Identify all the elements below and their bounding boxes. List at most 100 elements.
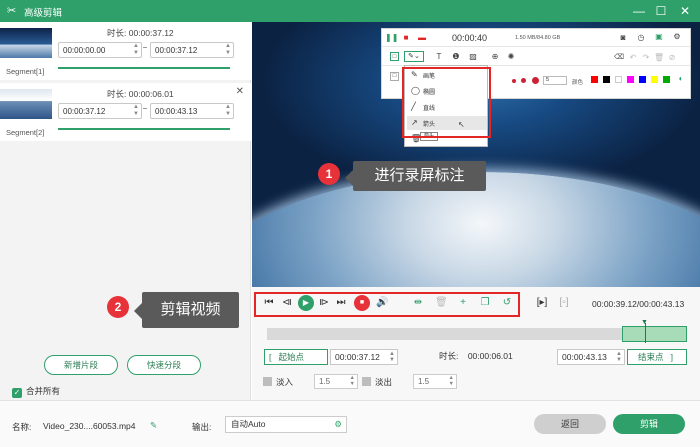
color-swatch-green[interactable] <box>663 76 670 83</box>
callout-2: 剪辑视频 <box>142 292 239 328</box>
color-swatch-blue[interactable] <box>639 76 646 83</box>
delete-icon[interactable]: 🗑 <box>654 53 664 63</box>
delete-segment-icon[interactable]: 🗑 <box>435 296 448 310</box>
segment-thumbnail <box>0 28 52 58</box>
set-start-button[interactable]: [ 起始点 <box>264 349 328 365</box>
add-icon[interactable]: + <box>457 296 469 310</box>
edit-name-icon[interactable]: ✎ <box>150 420 157 431</box>
mark-in-icon[interactable]: [▸] <box>536 296 548 310</box>
output-format-select[interactable]: 自动Auto ⚙ <box>225 416 347 433</box>
fade-in-checkbox[interactable]: 淡入 <box>263 376 293 388</box>
gear-icon[interactable]: ⚙ <box>672 32 682 42</box>
playback-time: 00:00:39.12/00:00:43.13 <box>592 299 685 309</box>
segment-start-input[interactable]: 00:00:37.12 ▲ ▼ <box>58 103 142 119</box>
redo-icon[interactable]: ↷ <box>641 53 651 63</box>
minimize-icon[interactable]: — <box>631 3 647 19</box>
set-end-button[interactable]: 结束点 ] <box>627 349 687 365</box>
segment-item-1[interactable]: Segment[1] 时长: 00:00:37.12 00:00:00.00 ▲ ▼… <box>0 22 251 80</box>
undo-icon[interactable]: ↶ <box>628 53 638 63</box>
pause-icon[interactable]: ❚❚ <box>385 33 398 43</box>
camera-icon[interactable]: ◙ <box>618 33 628 43</box>
trim-end-input[interactable]: 00:00:43.13 ▲ ▼ <box>557 349 625 365</box>
stop-button[interactable]: ■ <box>354 295 370 311</box>
color-swatch-white[interactable] <box>615 76 622 83</box>
size-large-dot[interactable] <box>532 77 539 84</box>
reset-icon[interactable]: ↺ <box>501 296 513 310</box>
step-forward-icon[interactable]: ⧐ <box>318 296 330 310</box>
name-label: 名称: <box>12 422 32 432</box>
fade-in-input[interactable]: 1.5 ▲ ▼ <box>314 374 358 389</box>
timeline-selection[interactable] <box>622 326 687 342</box>
image-tool-icon[interactable]: ▨ <box>468 52 478 62</box>
clock-icon[interactable]: ◷ <box>636 33 646 43</box>
playhead-marker-icon[interactable]: ▼ <box>641 319 648 326</box>
segment-end-input[interactable]: 00:00:37.12 ▲ ▼ <box>150 42 234 58</box>
callout-pointer <box>134 303 142 319</box>
stop-icon[interactable]: ■ <box>401 33 411 43</box>
size-small-dot[interactable] <box>512 79 516 83</box>
merge-all-checkbox[interactable]: ✓ 合并所有 <box>12 385 60 398</box>
pen-tool-dropdown[interactable]: ✎⌄ <box>404 51 424 62</box>
recording-size: 1.50 MB/84.80 GB <box>515 35 561 41</box>
size-medium-dot[interactable] <box>521 78 526 83</box>
window-title: 高级剪辑 <box>24 8 63 19</box>
color-swatch-black[interactable] <box>603 76 610 83</box>
title-bar: ✂ 高级剪辑 — ☐ ✕ <box>0 0 700 22</box>
volume-icon[interactable]: 🔊 <box>376 296 388 310</box>
close-icon[interactable]: ✕ <box>677 3 693 19</box>
skip-to-start-icon[interactable]: ⏮ <box>263 296 275 310</box>
segment-duration: 时长: 00:00:37.12 <box>107 28 174 38</box>
segment-progress <box>58 128 230 130</box>
toolbox-icon[interactable]: ▣ <box>654 32 664 42</box>
color-label: 颜色 <box>572 80 584 86</box>
segment-item-2[interactable]: Segment[2] 时长: 00:00:06.01 ✕ 00:00:37.12… <box>0 83 251 141</box>
spinner-icon[interactable]: ▲ ▼ <box>225 43 231 56</box>
brush-size-input[interactable]: 5 <box>543 76 567 85</box>
segment-thumbnail <box>0 89 52 119</box>
shape-square-icon[interactable]: □ <box>390 72 399 81</box>
spinner-icon[interactable]: ▲ ▼ <box>225 104 231 117</box>
skip-to-end-icon[interactable]: ⏭ <box>335 296 347 310</box>
segment-duration: 时长: 00:00:06.01 <box>107 89 174 99</box>
dropdown-highlight-box <box>402 67 491 138</box>
spinner-icon[interactable]: ▲ ▼ <box>133 104 139 117</box>
callout-tool-icon[interactable]: ❶ <box>451 52 461 62</box>
play-button[interactable]: ▶ <box>298 295 314 311</box>
segment-end-input[interactable]: 00:00:43.13 ▲ ▼ <box>150 103 234 119</box>
edit-button[interactable]: 剪辑 <box>613 414 685 434</box>
trim-duration: 时长: 00:00:06.01 <box>439 351 513 361</box>
quick-split-button[interactable]: 快速分段 <box>127 355 201 375</box>
segment-start-input[interactable]: 00:00:00.00 ▲ ▼ <box>58 42 142 58</box>
minimize-bar-icon[interactable]: ▬ <box>417 33 427 43</box>
color-picker-icon[interactable]: ◐ <box>676 74 686 84</box>
color-swatch-magenta[interactable] <box>627 76 634 83</box>
maximize-icon[interactable]: ☐ <box>653 3 669 19</box>
text-tool-icon[interactable]: T <box>434 52 444 62</box>
segment-label: Segment[2] <box>6 128 45 137</box>
segment-label: Segment[1] <box>6 67 45 76</box>
color-swatch-red[interactable] <box>591 76 598 83</box>
file-name: Video_230....60053.mp4 <box>43 421 136 431</box>
eraser-icon[interactable]: ⌫ <box>614 53 624 63</box>
gear-icon[interactable]: ⚙ <box>334 417 342 432</box>
rectangle-tool-icon[interactable]: □ <box>390 52 399 61</box>
clear-icon[interactable]: ⊘ <box>667 53 677 63</box>
trim-start-input[interactable]: 00:00:37.12 ▲ ▼ <box>330 349 398 365</box>
fade-out-input[interactable]: 1.5 ▲ ▼ <box>413 374 457 389</box>
copy-icon[interactable]: ❐ <box>479 296 491 310</box>
fade-out-checkbox[interactable]: 淡出 <box>362 376 392 388</box>
spinner-icon[interactable]: ▲ ▼ <box>133 43 139 56</box>
segment-list-panel: Segment[1] 时长: 00:00:37.12 00:00:00.00 ▲ ▼… <box>0 22 251 400</box>
close-segment-icon[interactable]: ✕ <box>236 86 244 97</box>
spotlight-icon[interactable]: ✺ <box>506 52 516 62</box>
playhead[interactable] <box>645 323 646 343</box>
step-badge-2: 2 <box>107 296 129 318</box>
back-button[interactable]: 返回 <box>534 414 606 434</box>
split-icon[interactable]: ⇹ <box>412 296 424 310</box>
range-separator <box>143 47 147 48</box>
mark-out-icon[interactable]: [▫] <box>558 296 570 310</box>
step-back-icon[interactable]: ⧏ <box>281 296 293 310</box>
color-swatch-yellow[interactable] <box>651 76 658 83</box>
add-segment-button[interactable]: 新增片段 <box>44 355 118 375</box>
zoom-icon[interactable]: ⊕ <box>490 52 500 62</box>
